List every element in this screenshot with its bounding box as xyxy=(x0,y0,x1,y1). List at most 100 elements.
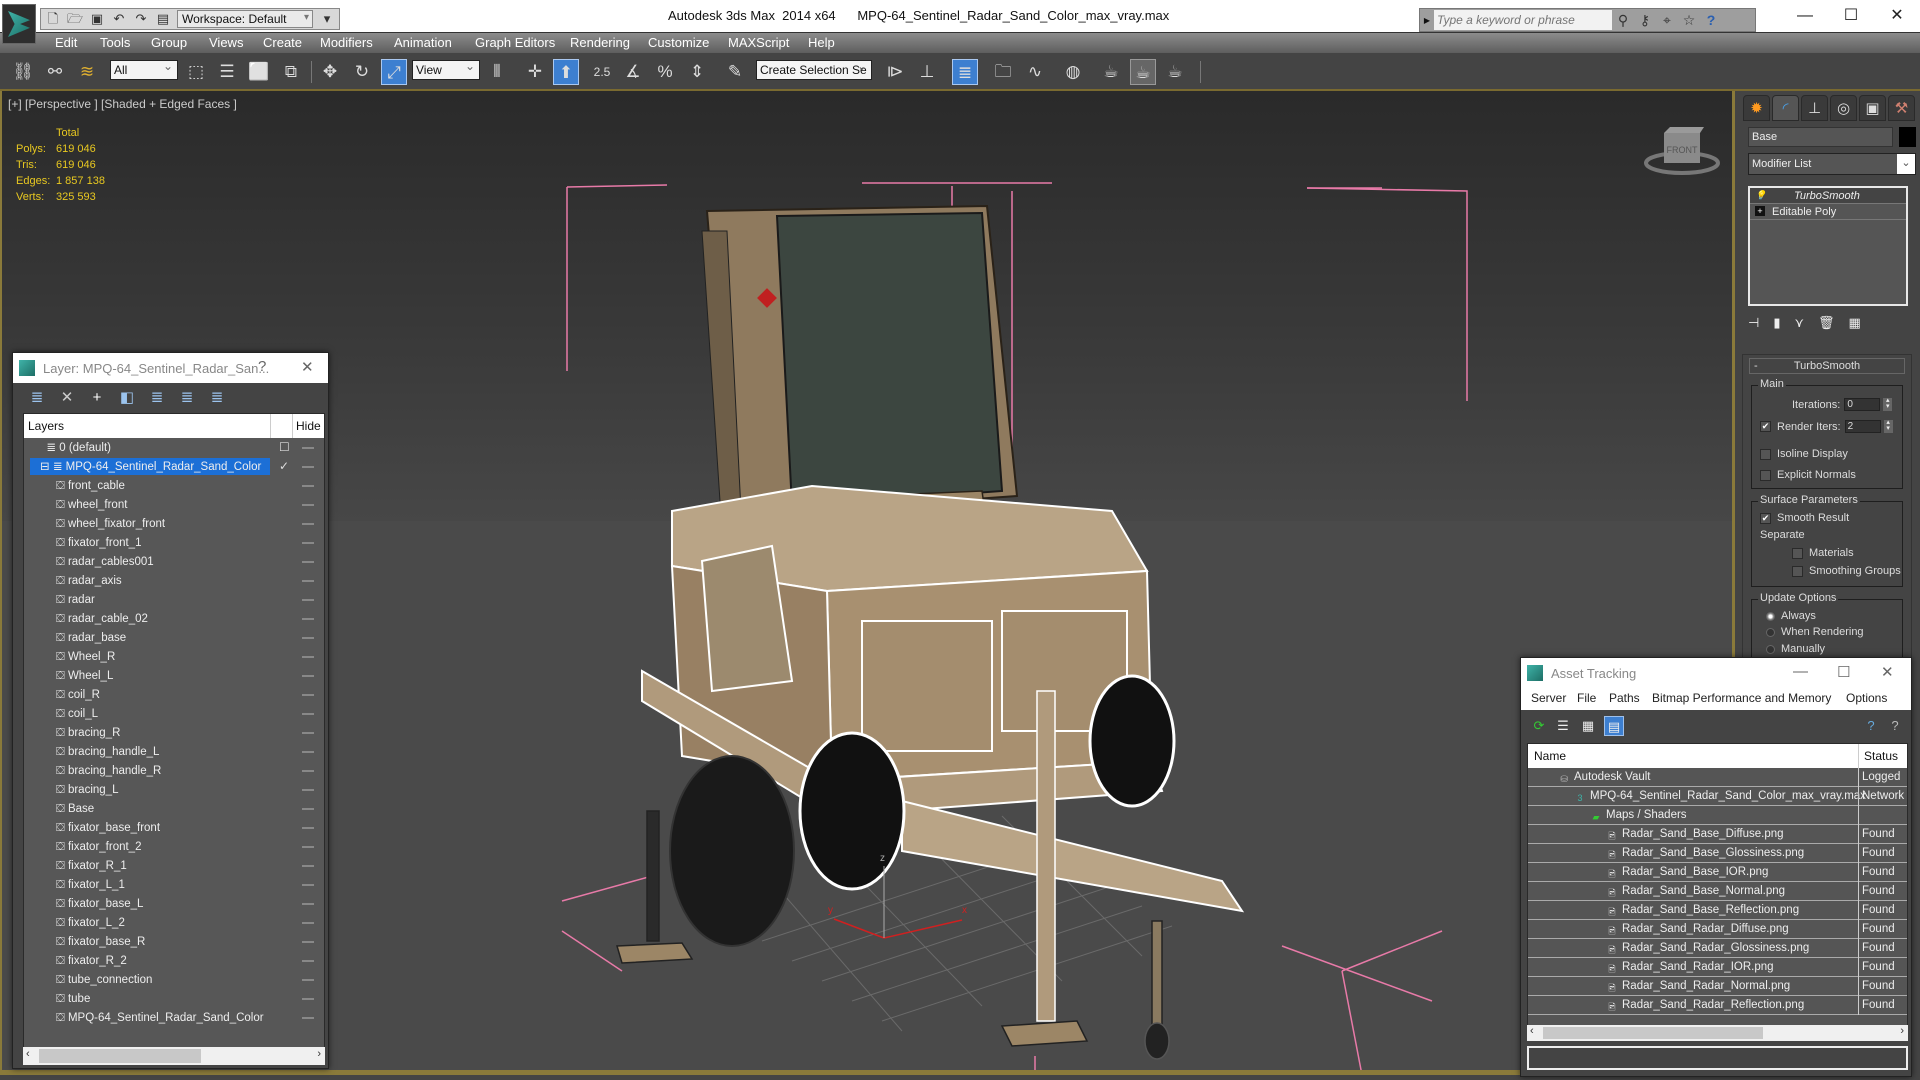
render-setup-icon[interactable]: ☕ xyxy=(1098,59,1124,85)
rollout-header[interactable]: - TurboSmooth xyxy=(1749,358,1905,374)
manipulate-icon[interactable]: ✛ xyxy=(522,59,548,85)
configure-modifier-sets-icon[interactable]: ▦ xyxy=(1849,315,1861,331)
layer-name[interactable]: ⊟ ≣ MPQ-64_Sentinel_Radar_Sand_Color xyxy=(30,458,270,475)
object-name[interactable]: ⛋ fixator_base_L xyxy=(30,895,270,912)
object-name[interactable]: ⛋ tube xyxy=(30,990,270,1007)
key-icon[interactable]: ⚷ xyxy=(1634,12,1656,29)
object-row[interactable]: ⛋ bracing_handle_R xyxy=(24,761,324,780)
isoline-display-checkbox[interactable] xyxy=(1760,448,1771,460)
hide-toggle[interactable] xyxy=(302,903,314,905)
iterations-input[interactable]: 0 xyxy=(1844,398,1881,411)
menu-bitmap-performance[interactable]: Bitmap Performance and Memory xyxy=(1652,691,1831,705)
percent-snap-icon[interactable]: % xyxy=(652,59,678,85)
make-unique-icon[interactable]: ⋎ xyxy=(1794,315,1804,331)
hide-toggle[interactable] xyxy=(302,1017,314,1019)
new-file-icon[interactable]: 🗋 xyxy=(45,11,61,27)
object-name[interactable]: ⛋ radar_base xyxy=(30,629,270,646)
object-row[interactable]: ⛋ Wheel_R xyxy=(24,647,324,666)
asset-row[interactable]: 🖻 Radar_Sand_Base_Reflection.png Found xyxy=(1528,901,1907,920)
object-row[interactable]: ⛋ bracing_L xyxy=(24,780,324,799)
hide-toggle[interactable] xyxy=(302,542,314,544)
object-row[interactable]: ⛋ fixator_L_1 xyxy=(24,875,324,894)
add-to-layer-icon[interactable]: + xyxy=(87,388,107,408)
object-row[interactable]: ⛋ coil_L xyxy=(24,704,324,723)
menu-edit[interactable]: Edit xyxy=(55,35,77,50)
materials-checkbox[interactable] xyxy=(1792,547,1803,559)
hide-all-layers-icon[interactable]: ≣ xyxy=(177,388,197,408)
tree-view-icon[interactable]: ▦ xyxy=(1578,716,1598,736)
object-name[interactable]: ⛋ radar xyxy=(30,591,270,608)
asset-row[interactable]: 🖻 Radar_Sand_Base_Glossiness.png Found xyxy=(1528,844,1907,863)
hide-toggle[interactable] xyxy=(302,732,314,734)
hide-toggle[interactable] xyxy=(302,922,314,924)
expand-icon[interactable]: + xyxy=(1755,206,1765,216)
object-row[interactable]: ⛋ fixator_base_front xyxy=(24,818,324,837)
menu-server[interactable]: Server xyxy=(1531,691,1566,705)
binoculars-icon[interactable]: ⚲ xyxy=(1612,12,1634,29)
utilities-tab-icon[interactable]: ⚒ xyxy=(1888,95,1915,121)
object-row[interactable]: ⛋ fixator_base_L xyxy=(24,894,324,913)
object-name[interactable]: ⛋ fixator_base_R xyxy=(30,933,270,950)
snaps-toggle-icon[interactable]: 2.5 xyxy=(589,59,615,85)
col-hide[interactable]: Hide xyxy=(296,419,321,433)
object-row[interactable]: ⛋ Wheel_L xyxy=(24,666,324,685)
menu-maxscript[interactable]: MAXScript xyxy=(728,35,789,50)
edit-named-selection-icon[interactable]: ✎ xyxy=(722,59,748,85)
asset-row[interactable]: 🖻 Radar_Sand_Base_IOR.png Found xyxy=(1528,863,1907,882)
hierarchy-tab-icon[interactable]: ⊥ xyxy=(1801,95,1828,121)
object-row[interactable]: ⛋ wheel_fixator_front xyxy=(24,514,324,533)
lightbulb-icon[interactable]: 💡 xyxy=(1755,190,1766,200)
workspace-select[interactable]: Workspace: Default xyxy=(177,10,313,28)
asset-row[interactable]: 3 MPQ-64_Sentinel_Radar_Sand_Color_max_vr… xyxy=(1528,787,1907,806)
select-and-rotate-icon[interactable]: ↻ xyxy=(349,59,375,85)
hide-toggle[interactable] xyxy=(302,979,314,981)
menu-graph-editors[interactable]: Graph Editors xyxy=(475,35,555,50)
layer-manager-icon[interactable]: ≣ xyxy=(952,59,978,85)
explicit-normals-checkbox[interactable] xyxy=(1760,469,1771,481)
menu-file[interactable]: File xyxy=(1577,691,1596,705)
menu-views[interactable]: Views xyxy=(209,35,243,50)
display-tab-icon[interactable]: ▣ xyxy=(1859,95,1886,121)
object-name[interactable]: ⛋ wheel_fixator_front xyxy=(30,515,270,532)
app-menu-button[interactable] xyxy=(2,4,36,44)
hide-toggle[interactable] xyxy=(302,656,314,658)
horizontal-scrollbar[interactable]: ‹ › xyxy=(1527,1025,1908,1041)
asset-row[interactable]: 🖻 Radar_Sand_Radar_Diffuse.png Found xyxy=(1528,920,1907,939)
menu-group[interactable]: Group xyxy=(151,35,187,50)
pivot-center-icon[interactable]: ⫴ xyxy=(484,59,510,85)
always-option[interactable]: Always xyxy=(1766,610,1816,622)
asset-row[interactable]: 🖻 Radar_Sand_Radar_IOR.png Found xyxy=(1528,958,1907,977)
horizontal-scrollbar[interactable]: ‹ › xyxy=(23,1047,325,1065)
object-name[interactable]: ⛋ bracing_handle_R xyxy=(30,762,270,779)
rendered-frame-window-icon[interactable]: ☕ xyxy=(1130,59,1156,85)
save-icon[interactable]: ▣ xyxy=(89,11,105,27)
hide-toggle[interactable] xyxy=(302,694,314,696)
hide-toggle[interactable] xyxy=(302,523,314,525)
object-name[interactable]: ⛋ MPQ-64_Sentinel_Radar_Sand_Color xyxy=(30,1009,270,1026)
select-and-move-icon[interactable]: ✥ xyxy=(317,59,343,85)
render-production-icon[interactable]: ☕ xyxy=(1162,59,1188,85)
object-row[interactable]: ⛋ wheel_front xyxy=(24,495,324,514)
asset-row[interactable]: ⛁ Autodesk Vault Logged xyxy=(1528,768,1907,787)
hide-toggle[interactable] xyxy=(302,884,314,886)
rectangular-selection-icon[interactable]: ⬜ xyxy=(246,59,272,85)
modifier-list-dropdown[interactable]: Modifier List ⌄ xyxy=(1748,153,1916,175)
list-view-icon[interactable]: ☰ xyxy=(1553,716,1573,736)
col-name[interactable]: Name xyxy=(1534,749,1566,763)
hide-toggle[interactable] xyxy=(302,713,314,715)
create-tab-icon[interactable]: ✹ xyxy=(1743,95,1770,121)
col-layers[interactable]: Layers xyxy=(28,419,64,433)
hide-toggle[interactable] xyxy=(302,941,314,943)
asset-row[interactable]: 🖻 Radar_Sand_Base_Normal.png Found xyxy=(1528,882,1907,901)
hide-toggle[interactable] xyxy=(302,618,314,620)
help-button[interactable]: ? xyxy=(258,358,266,375)
scene-explorer-icon[interactable]: 🗀 xyxy=(990,59,1016,85)
object-name[interactable]: ⛋ tube_connection xyxy=(30,971,270,988)
menu-create[interactable]: Create xyxy=(263,35,302,50)
close-button[interactable]: ✕ xyxy=(1881,663,1894,681)
highlight-selected-layer-icon[interactable]: ≣ xyxy=(147,388,167,408)
hide-toggle[interactable] xyxy=(302,466,314,468)
open-file-icon[interactable]: 🗁 xyxy=(67,11,83,27)
iterations-spinner[interactable]: ▴ ▾ xyxy=(1883,397,1893,411)
menu-customize[interactable]: Customize xyxy=(648,35,709,50)
